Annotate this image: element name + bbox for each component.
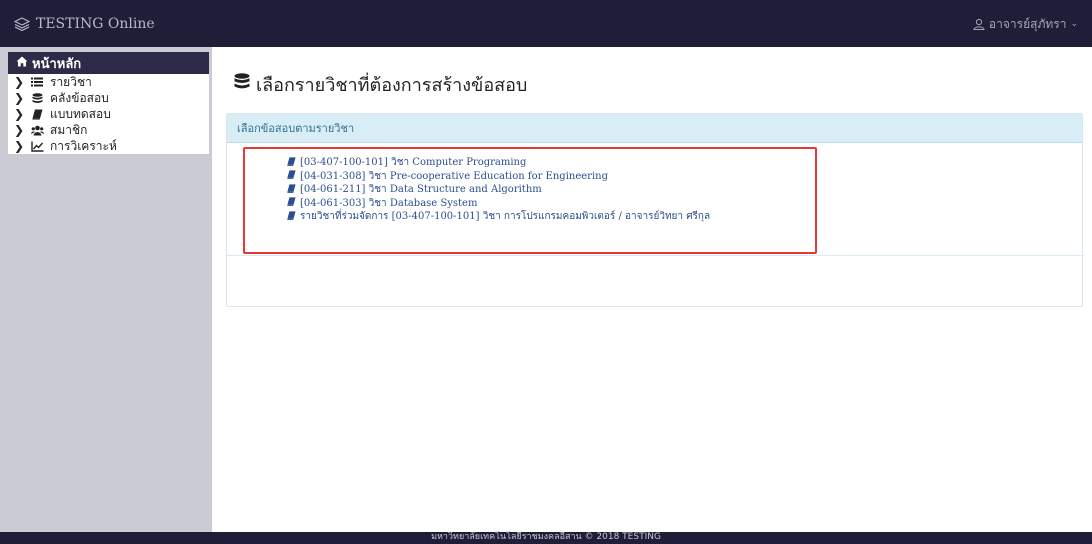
main-content: เลือกรายวิชาที่ต้องการสร้างข้อสอบ เลือกข… bbox=[212, 47, 1092, 532]
page-title: เลือกรายวิชาที่ต้องการสร้างข้อสอบ bbox=[234, 71, 527, 97]
user-icon bbox=[973, 18, 985, 30]
chevron-down-icon: ⌄ bbox=[1070, 19, 1078, 29]
chevron-right-icon: ❯ bbox=[14, 123, 25, 137]
brand-label: TESTING Online bbox=[36, 16, 155, 32]
database-icon bbox=[234, 73, 250, 95]
sidebar-item-analysis[interactable]: ❯ การวิเคราะห์ bbox=[8, 138, 209, 154]
database-icon bbox=[30, 92, 44, 104]
footer: มหาวิทยาลัยเทคโนโลยีราชมงคลอีสาน © 2018 … bbox=[0, 532, 1092, 544]
user-name: อาจารย์สุภัทรา bbox=[988, 16, 1067, 31]
chevron-right-icon: ❯ bbox=[14, 75, 25, 89]
sidebar-menu: ❯ รายวิชา ❯ คลังข้อสอบ ❯ แบบทดสอบ ❯ สมาช… bbox=[8, 74, 209, 154]
layers-icon bbox=[14, 17, 30, 31]
chevron-right-icon: ❯ bbox=[14, 139, 25, 153]
list-icon bbox=[30, 77, 44, 87]
course-panel: เลือกข้อสอบตามรายวิชา [03-407-100-101] ว… bbox=[226, 113, 1084, 307]
chevron-right-icon: ❯ bbox=[14, 107, 25, 121]
panel-heading: เลือกข้อสอบตามรายวิชา bbox=[227, 114, 1082, 143]
chart-line-icon bbox=[30, 141, 44, 152]
sidebar-item-tests[interactable]: ❯ แบบทดสอบ bbox=[8, 106, 209, 122]
chevron-right-icon: ❯ bbox=[14, 91, 25, 105]
sidebar-item-home[interactable]: หน้าหลัก bbox=[8, 52, 209, 74]
users-icon bbox=[30, 125, 44, 136]
sidebar-home-label: หน้าหลัก bbox=[32, 56, 82, 72]
book-icon bbox=[30, 109, 44, 120]
home-icon bbox=[16, 56, 28, 71]
brand[interactable]: TESTING Online bbox=[14, 15, 155, 33]
highlight-box bbox=[243, 147, 817, 254]
top-navbar: TESTING Online อาจารย์สุภัทรา ⌄ bbox=[0, 0, 1092, 47]
footer-text: มหาวิทยาลัยเทคโนโลยีราชมงคลอีสาน © 2018 … bbox=[431, 532, 661, 542]
user-menu[interactable]: อาจารย์สุภัทรา ⌄ bbox=[973, 15, 1078, 33]
sidebar-item-label: การวิเคราะห์ bbox=[50, 138, 117, 153]
sidebar: หน้าหลัก ❯ รายวิชา ❯ คลังข้อสอบ ❯ แบบทดส… bbox=[0, 47, 212, 532]
page-title-text: เลือกรายวิชาที่ต้องการสร้างข้อสอบ bbox=[256, 74, 528, 96]
